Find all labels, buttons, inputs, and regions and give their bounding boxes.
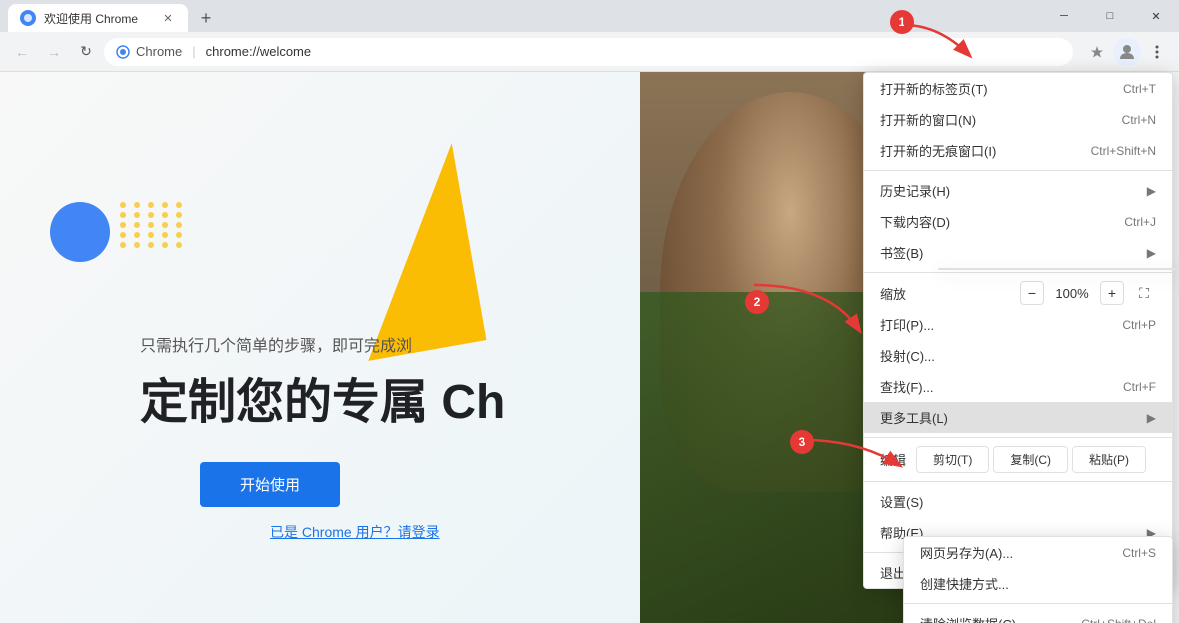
submenu-create-shortcut[interactable]: 创建快捷方式...	[904, 568, 1172, 599]
divider-1	[864, 170, 1172, 171]
login-link[interactable]: 已是 Chrome 用户？请登录	[270, 522, 440, 542]
menu-item-new-tab[interactable]: 打开新的标签页(T) Ctrl+T	[864, 73, 1172, 104]
menu-item-settings[interactable]: 设置(S)	[864, 486, 1172, 517]
title-bar: 欢迎使用 Chrome ✕ + ─ □ ✕	[0, 0, 1179, 32]
address-scheme: Chrome	[136, 44, 182, 59]
menu-item-downloads[interactable]: 下载内容(D) Ctrl+J	[864, 206, 1172, 237]
window-controls: ─ □ ✕	[1041, 0, 1179, 32]
refresh-button[interactable]: ↻	[72, 38, 100, 66]
zoom-expand-button[interactable]: ⛶	[1132, 281, 1156, 305]
lock-icon	[116, 45, 130, 59]
toolbar-icons	[1083, 38, 1171, 66]
forward-button[interactable]: →	[40, 38, 68, 66]
bookmark-button[interactable]	[1083, 38, 1111, 66]
maximize-button[interactable]: □	[1087, 0, 1133, 32]
deco-circle	[50, 202, 110, 262]
divider-3	[864, 437, 1172, 438]
start-button[interactable]: 开始使用	[200, 462, 340, 507]
page-title: 定制您的专属 Ch	[140, 362, 505, 432]
paste-button[interactable]: 粘贴(P)	[1072, 446, 1146, 473]
zoom-row: 缩放 − 100% + ⛶	[864, 277, 1172, 309]
sub-divider-1	[904, 603, 1172, 604]
menu-item-print[interactable]: 打印(P)... Ctrl+P	[864, 309, 1172, 340]
address-bar: ← → ↻ Chrome | chrome://welcome	[0, 32, 1179, 72]
new-tab-button[interactable]: +	[192, 4, 220, 32]
submenu-clear-data[interactable]: 清除浏览数据(C)... Ctrl+Shift+Del	[904, 608, 1172, 623]
annotation-2: 2	[745, 290, 769, 314]
main-menu: 打开新的标签页(T) Ctrl+T 打开新的窗口(N) Ctrl+N 打开新的无…	[863, 72, 1173, 589]
person-icon	[1118, 43, 1136, 61]
annotation-1: 1	[890, 10, 914, 34]
deco-triangle	[334, 143, 487, 361]
zoom-out-button[interactable]: −	[1020, 281, 1044, 305]
back-button[interactable]: ←	[8, 38, 36, 66]
menu-item-more-tools[interactable]: 更多工具(L) ▶	[864, 402, 1172, 433]
more-icon	[1149, 44, 1165, 60]
divider-2	[864, 272, 1172, 273]
menu-item-bookmarks[interactable]: 书签(B) ▶	[864, 237, 1172, 268]
menu-item-cast[interactable]: 投射(C)...	[864, 340, 1172, 371]
menu-item-find[interactable]: 查找(F)... Ctrl+F	[864, 371, 1172, 402]
page-content: 只需执行几个简单的步骤，即可完成浏 定制您的专属 Ch 开始使用 已是 Chro…	[0, 72, 940, 623]
cut-button[interactable]: 剪切(T)	[916, 446, 989, 473]
profile-button[interactable]	[1113, 38, 1141, 66]
edit-row: 编辑 剪切(T) 复制(C) 粘贴(P)	[864, 442, 1172, 477]
more-tools-submenu-panel: 网页另存为(A)... Ctrl+S 创建快捷方式... 清除浏览数据(C)..…	[903, 536, 1173, 623]
divider-4	[864, 481, 1172, 482]
address-url: chrome://welcome	[206, 44, 311, 59]
active-tab[interactable]: 欢迎使用 Chrome ✕	[8, 4, 188, 32]
tab-bar: 欢迎使用 Chrome ✕ +	[0, 0, 220, 32]
menu-item-history[interactable]: 历史记录(H) ▶	[864, 175, 1172, 206]
tab-favicon	[20, 10, 36, 26]
menu-item-new-window[interactable]: 打开新的窗口(N) Ctrl+N	[864, 104, 1172, 135]
annotation-3: 3	[790, 430, 814, 454]
browser-window: 欢迎使用 Chrome ✕ + ─ □ ✕ ← → ↻	[0, 0, 1179, 623]
zoom-in-button[interactable]: +	[1100, 281, 1124, 305]
page-subtitle: 只需执行几个简单的步骤，即可完成浏	[140, 332, 412, 356]
submenu-save-page[interactable]: 网页另存为(A)... Ctrl+S	[904, 537, 1172, 568]
star-icon	[1089, 44, 1105, 60]
menu-item-incognito[interactable]: 打开新的无痕窗口(I) Ctrl+Shift+N	[864, 135, 1172, 166]
tab-title: 欢迎使用 Chrome	[44, 10, 138, 27]
close-button[interactable]: ✕	[1133, 0, 1179, 32]
more-tools-submenu	[938, 268, 1179, 270]
minimize-button[interactable]: ─	[1041, 0, 1087, 32]
deco-dots	[120, 202, 200, 282]
address-input[interactable]: Chrome | chrome://welcome	[104, 38, 1073, 66]
tab-close-button[interactable]: ✕	[160, 10, 176, 26]
zoom-value: 100%	[1052, 286, 1092, 301]
copy-button[interactable]: 复制(C)	[993, 446, 1068, 473]
menu-button[interactable]	[1143, 38, 1171, 66]
